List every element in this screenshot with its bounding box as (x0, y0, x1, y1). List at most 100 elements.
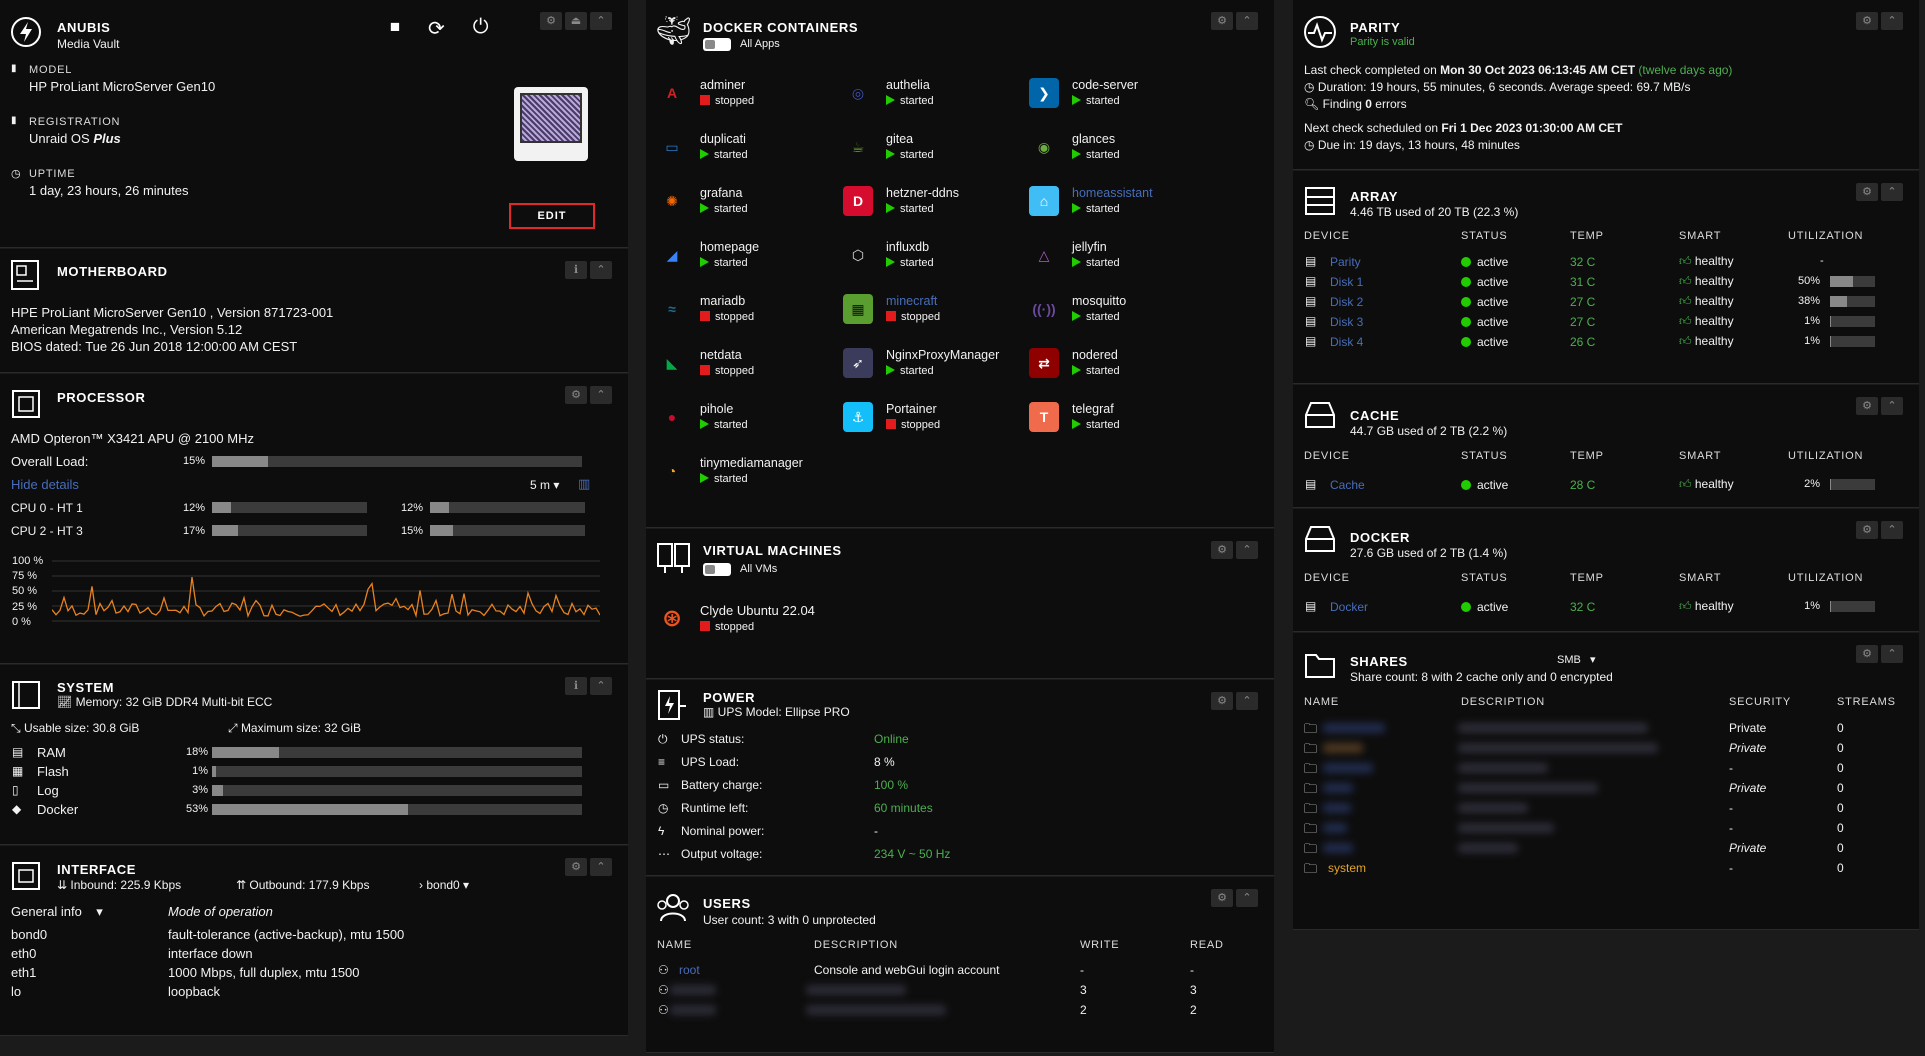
container-name[interactable]: influxdb (886, 240, 929, 254)
portainer-icon[interactable]: ⚓ (843, 402, 873, 432)
glances-icon[interactable]: ◉ (1029, 132, 1059, 162)
collapse-icon[interactable]: ⌃ (1881, 645, 1903, 663)
cache-device[interactable]: Cache (1330, 478, 1365, 492)
settings-icon[interactable]: ⚙ (1211, 889, 1233, 907)
settings-icon[interactable]: ⚙ (565, 858, 587, 876)
settings-icon[interactable]: ⚙ (1856, 521, 1878, 539)
tinymediamanager-icon[interactable]: ◔ (657, 456, 687, 486)
container-name[interactable]: hetzner-ddns (886, 186, 959, 200)
container-name[interactable]: glances (1072, 132, 1115, 146)
vm-name[interactable]: Clyde Ubuntu 22.04 (700, 603, 815, 618)
docker-pool-device[interactable]: Docker (1330, 600, 1368, 614)
settings-icon[interactable]: ⚙ (540, 12, 562, 30)
container-name[interactable]: nodered (1072, 348, 1118, 362)
container-name[interactable]: jellyfin (1072, 240, 1107, 254)
container-name[interactable]: netdata (700, 348, 742, 362)
container-name[interactable]: minecraft (886, 294, 937, 308)
array-device[interactable]: Disk 4 (1330, 335, 1363, 349)
container-name[interactable]: duplicati (700, 132, 746, 146)
power-off-icon[interactable]: ⏻ (473, 16, 489, 41)
container-name[interactable]: authelia (886, 78, 930, 92)
array-device[interactable]: Disk 3 (1330, 315, 1363, 329)
collapse-icon[interactable]: ⌃ (1236, 889, 1258, 907)
container-name[interactable]: homepage (700, 240, 759, 254)
power-row-icon: ▭ (658, 778, 670, 792)
mosquitto-icon[interactable]: ((·)) (1029, 294, 1059, 324)
collapse-icon[interactable]: ⌃ (1236, 541, 1258, 559)
collapse-icon[interactable]: ⌃ (590, 677, 612, 695)
container-name[interactable]: mariadb (700, 294, 745, 308)
collapse-icon[interactable]: ⌃ (1236, 12, 1258, 30)
hide-details-link[interactable]: Hide details (11, 477, 79, 492)
influxdb-icon[interactable]: ⬡ (843, 240, 873, 270)
gitea-icon[interactable]: ☕ (843, 132, 873, 162)
code-server-icon[interactable]: ❯ (1029, 78, 1059, 108)
container-name[interactable]: pihole (700, 402, 733, 416)
telegraf-icon[interactable]: T (1029, 402, 1059, 432)
settings-icon[interactable]: ⚙ (1211, 692, 1233, 710)
info-icon[interactable]: ℹ (565, 677, 587, 695)
interval-select[interactable]: 5 m ▾ (530, 478, 559, 492)
ubuntu-icon[interactable]: ⊛ (657, 603, 687, 633)
edit-button[interactable]: EDIT (509, 203, 595, 229)
nginxproxymanager-icon[interactable]: ➶ (843, 348, 873, 378)
container-name[interactable]: Portainer (886, 402, 937, 416)
container-name[interactable]: adminer (700, 78, 745, 92)
settings-icon[interactable]: ⚙ (1856, 397, 1878, 415)
power-label: Battery charge: (681, 778, 763, 792)
collapse-icon[interactable]: ⌃ (1236, 692, 1258, 710)
settings-icon[interactable]: ⚙ (1856, 183, 1878, 201)
chart-icon[interactable]: ▥ (578, 476, 590, 492)
authelia-icon[interactable]: ◎ (843, 78, 873, 108)
collapse-icon[interactable]: ⌃ (590, 12, 612, 30)
array-device[interactable]: Disk 2 (1330, 295, 1363, 309)
netdata-icon[interactable]: ◣ (657, 348, 687, 378)
hetzner-ddns-icon[interactable]: D (843, 186, 873, 216)
settings-icon[interactable]: ⚙ (1856, 12, 1878, 30)
collapse-icon[interactable]: ⌃ (590, 261, 612, 279)
collapse-icon[interactable]: ⌃ (1881, 183, 1903, 201)
array-util: 1% (1804, 315, 1820, 327)
container-name[interactable]: NginxProxyManager (886, 348, 999, 362)
settings-icon[interactable]: ⚙ (1211, 541, 1233, 559)
collapse-icon[interactable]: ⌃ (590, 386, 612, 404)
user-name[interactable]: root (679, 963, 700, 977)
minecraft-icon[interactable]: ▦ (843, 294, 873, 324)
settings-icon[interactable]: ⚙ (1211, 12, 1233, 30)
array-util-bar (1830, 316, 1875, 327)
homeassistant-icon[interactable]: ⌂ (1029, 186, 1059, 216)
protocol-select[interactable]: SMB ▾ (1557, 653, 1596, 666)
container-name[interactable]: grafana (700, 186, 742, 200)
jellyfin-icon[interactable]: △ (1029, 240, 1059, 270)
reboot-icon[interactable]: ⟳ (428, 16, 445, 41)
collapse-icon[interactable]: ⌃ (1881, 12, 1903, 30)
nodered-icon[interactable]: ⇄ (1029, 348, 1059, 378)
grafana-icon[interactable]: ✺ (657, 186, 687, 216)
array-device[interactable]: Parity (1330, 255, 1361, 269)
container-name[interactable]: code-server (1072, 78, 1138, 92)
settings-icon[interactable]: ⚙ (565, 386, 587, 404)
all-vms-toggle[interactable] (703, 563, 731, 576)
stop-array-icon[interactable]: ⏹ (390, 16, 400, 41)
container-name[interactable]: tinymediamanager (700, 456, 803, 470)
general-info-select[interactable]: General info ▾ (11, 904, 103, 920)
pihole-icon[interactable]: ● (657, 402, 687, 432)
settings-icon[interactable]: ⚙ (1856, 645, 1878, 663)
info-icon[interactable]: ℹ (565, 261, 587, 279)
collapse-icon[interactable]: ⌃ (1881, 397, 1903, 415)
array-device[interactable]: Disk 1 (1330, 275, 1363, 289)
all-apps-toggle[interactable] (703, 38, 731, 51)
mariadb-icon[interactable]: ≈ (657, 294, 687, 324)
share-name[interactable]: system (1328, 861, 1366, 875)
duplicati-icon[interactable]: ▭ (657, 132, 687, 162)
collapse-icon[interactable]: ⌃ (1881, 521, 1903, 539)
collapse-icon[interactable]: ⌃ (590, 858, 612, 876)
container-name[interactable]: telegraf (1072, 402, 1114, 416)
container-name[interactable]: homeassistant (1072, 186, 1153, 200)
container-name[interactable]: gitea (886, 132, 913, 146)
homepage-icon[interactable]: ◢ (657, 240, 687, 270)
bond-select[interactable]: › bond0 ▾ (419, 878, 469, 892)
adminer-icon[interactable]: A (657, 78, 687, 108)
eject-icon[interactable]: ⏏ (565, 12, 587, 30)
container-name[interactable]: mosquitto (1072, 294, 1126, 308)
